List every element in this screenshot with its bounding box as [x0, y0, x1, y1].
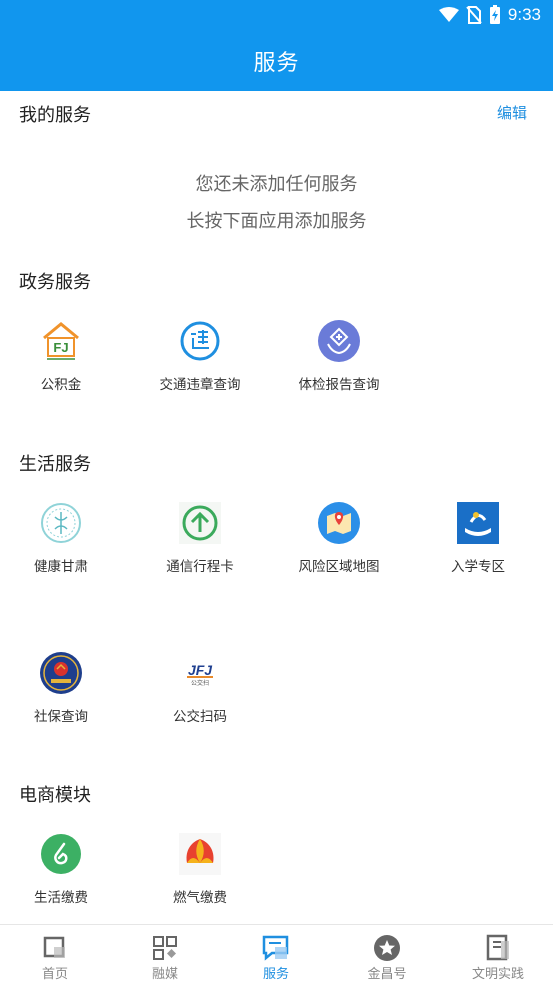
- service-label: 生活缴费: [34, 890, 88, 906]
- social-security-icon: [40, 652, 82, 694]
- media-grid-icon: [153, 936, 177, 960]
- page-title: 服务: [253, 50, 300, 76]
- bus-logo-subtext: 公交扫: [191, 679, 209, 687]
- nav-label: 金昌号: [367, 967, 407, 982]
- service-tile-bus-scan[interactable]: JFJ 公交扫 公交扫码: [130, 652, 270, 762]
- nav-label: 融媒: [151, 967, 178, 982]
- service-tile-health-gansu[interactable]: 健康甘肃: [0, 502, 131, 612]
- ecommerce-title: 电商模块: [19, 785, 91, 806]
- star-badge-icon: [374, 935, 400, 961]
- status-bar: 9:33: [0, 0, 553, 30]
- empty-hint-line-2: 长按下面应用添加服务: [186, 211, 367, 232]
- service-label: 入学专区: [451, 559, 505, 575]
- nav-civilization[interactable]: 文明实践: [443, 925, 553, 984]
- service-icon: [262, 935, 289, 961]
- gov-services-title: 政务服务: [19, 272, 91, 293]
- my-services-title: 我的服务: [19, 105, 91, 126]
- service-label: 社保查询: [34, 709, 88, 725]
- nav-media[interactable]: 融媒: [110, 925, 220, 984]
- nav-home[interactable]: 首页: [0, 925, 110, 984]
- health-report-icon: [318, 320, 360, 362]
- nav-label: 服务: [262, 967, 289, 982]
- bus-logo-text: JFJ: [188, 662, 213, 678]
- service-tile-travel-card[interactable]: 通信行程卡: [130, 502, 270, 612]
- enrollment-icon: [457, 502, 499, 544]
- status-icons: 9:33: [438, 4, 541, 26]
- service-tile-health-report[interactable]: 体检报告查询: [269, 320, 409, 430]
- empty-hint-line-1: 您还未添加任何服务: [195, 174, 358, 195]
- service-tile-traffic-violation[interactable]: 交通违章查询: [130, 320, 270, 430]
- nav-service[interactable]: 服务: [221, 925, 331, 984]
- service-tile-enrollment[interactable]: 入学专区: [408, 502, 548, 612]
- bus-scan-icon: JFJ 公交扫: [179, 652, 221, 694]
- service-label: 燃气缴费: [173, 890, 227, 906]
- housing-fund-icon: FJ: [40, 320, 82, 362]
- svg-text:FJ: FJ: [53, 340, 68, 355]
- status-time: 9:33: [507, 5, 541, 24]
- service-tile-housing-fund[interactable]: FJ 公积金: [0, 320, 131, 430]
- service-label: 健康甘肃: [34, 559, 88, 575]
- life-services-title: 生活服务: [19, 454, 91, 475]
- battery-charging-icon: [489, 5, 500, 24]
- service-label: 公交扫码: [173, 709, 227, 725]
- bottom-nav: 首页 融媒 服务 金昌号 文明实践: [0, 924, 553, 984]
- app-bar: 服务: [0, 30, 553, 91]
- travel-card-icon: [179, 502, 221, 544]
- document-icon: [486, 934, 509, 961]
- service-label: 风险区域地图: [298, 559, 380, 575]
- risk-map-icon: [318, 502, 360, 544]
- service-tile-risk-map[interactable]: 风险区域地图: [269, 502, 409, 612]
- nav-label: 首页: [41, 967, 68, 982]
- traffic-violation-icon: [179, 320, 221, 362]
- wifi-icon: [438, 7, 459, 22]
- utility-payment-icon: [40, 833, 82, 875]
- service-label: 交通违章查询: [159, 377, 241, 393]
- nav-jinchang[interactable]: 金昌号: [332, 925, 442, 984]
- edit-button[interactable]: 编辑: [497, 102, 527, 123]
- service-tile-social-security[interactable]: 社保查询: [0, 652, 131, 762]
- gas-payment-icon: [179, 833, 221, 875]
- nav-label: 文明实践: [471, 967, 524, 982]
- home-icon: [43, 936, 65, 958]
- no-sim-icon: [466, 6, 482, 24]
- service-label: 体检报告查询: [298, 377, 380, 393]
- service-label: 公积金: [40, 377, 82, 393]
- service-label: 通信行程卡: [166, 559, 234, 575]
- health-gansu-icon: [40, 502, 82, 544]
